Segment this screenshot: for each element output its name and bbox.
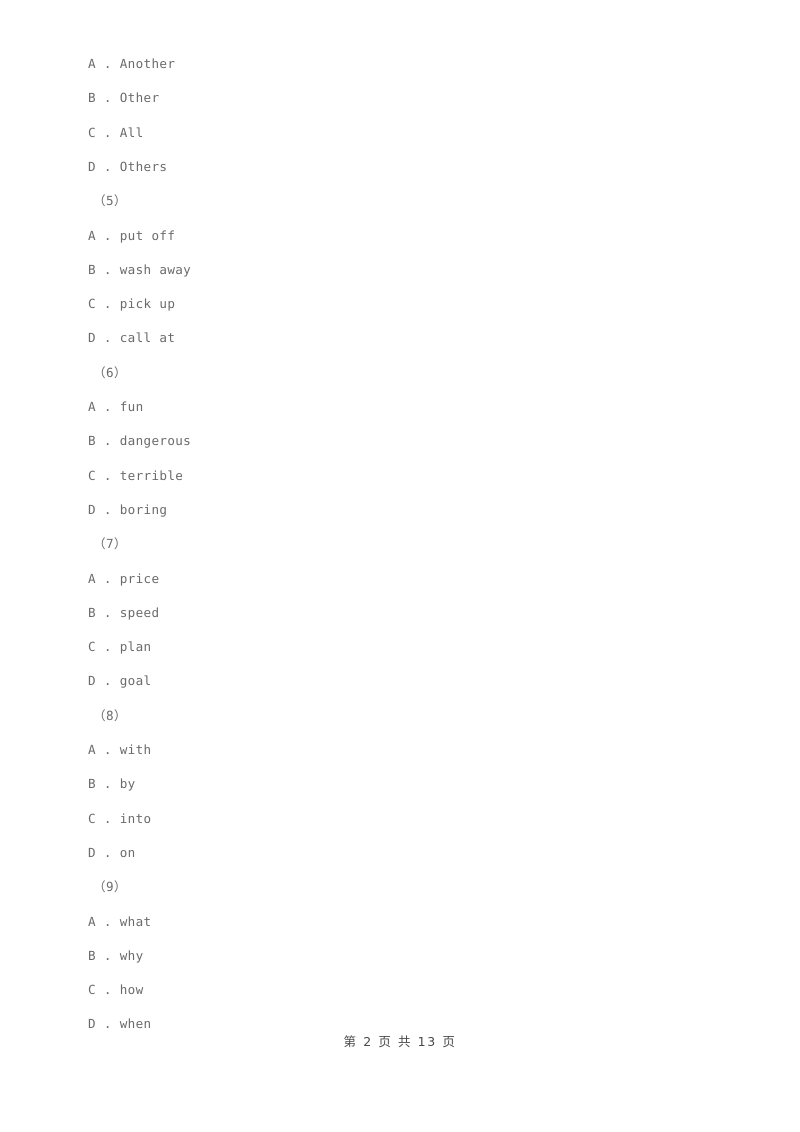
question-group-marker: （8） (93, 707, 127, 723)
answer-option: A . put off (88, 227, 176, 243)
answer-option: B . wash away (88, 261, 192, 277)
question-group-marker: （6） (93, 364, 127, 380)
question-group-marker: （7） (93, 536, 127, 552)
answer-option: D . Others (88, 158, 168, 174)
answer-option: C . plan (88, 639, 152, 655)
answer-option: D . on (88, 844, 136, 860)
answer-option: C . All (88, 124, 144, 140)
answer-option: B . dangerous (88, 433, 192, 449)
answer-option: A . price (88, 570, 160, 586)
answer-option: D . goal (88, 673, 152, 689)
answer-option: A . Another (88, 56, 176, 71)
answer-option: B . why (88, 947, 144, 963)
answer-option: A . fun (88, 399, 144, 414)
answer-option: B . Other (88, 90, 160, 106)
question-group-marker: （5） (93, 193, 127, 209)
answer-option: B . by (88, 776, 136, 792)
answer-option: A . with (88, 742, 152, 757)
document-page: A . Another B . Other C . All D . Others （5）… (0, 0, 800, 1132)
answer-option: A . what (88, 913, 152, 929)
answer-option: D . boring (88, 501, 168, 517)
page-number-footer: 第 2 页 共 13 页 (343, 1034, 457, 1049)
answer-option: C . pick up (88, 296, 176, 312)
answer-option: C . how (88, 982, 144, 998)
answer-option: D . call at (88, 330, 176, 346)
answer-option: B . speed (88, 604, 160, 620)
question-group-marker: （9） (93, 879, 127, 895)
answer-option: C . terrible (88, 467, 184, 483)
answer-option: C . into (88, 810, 152, 826)
